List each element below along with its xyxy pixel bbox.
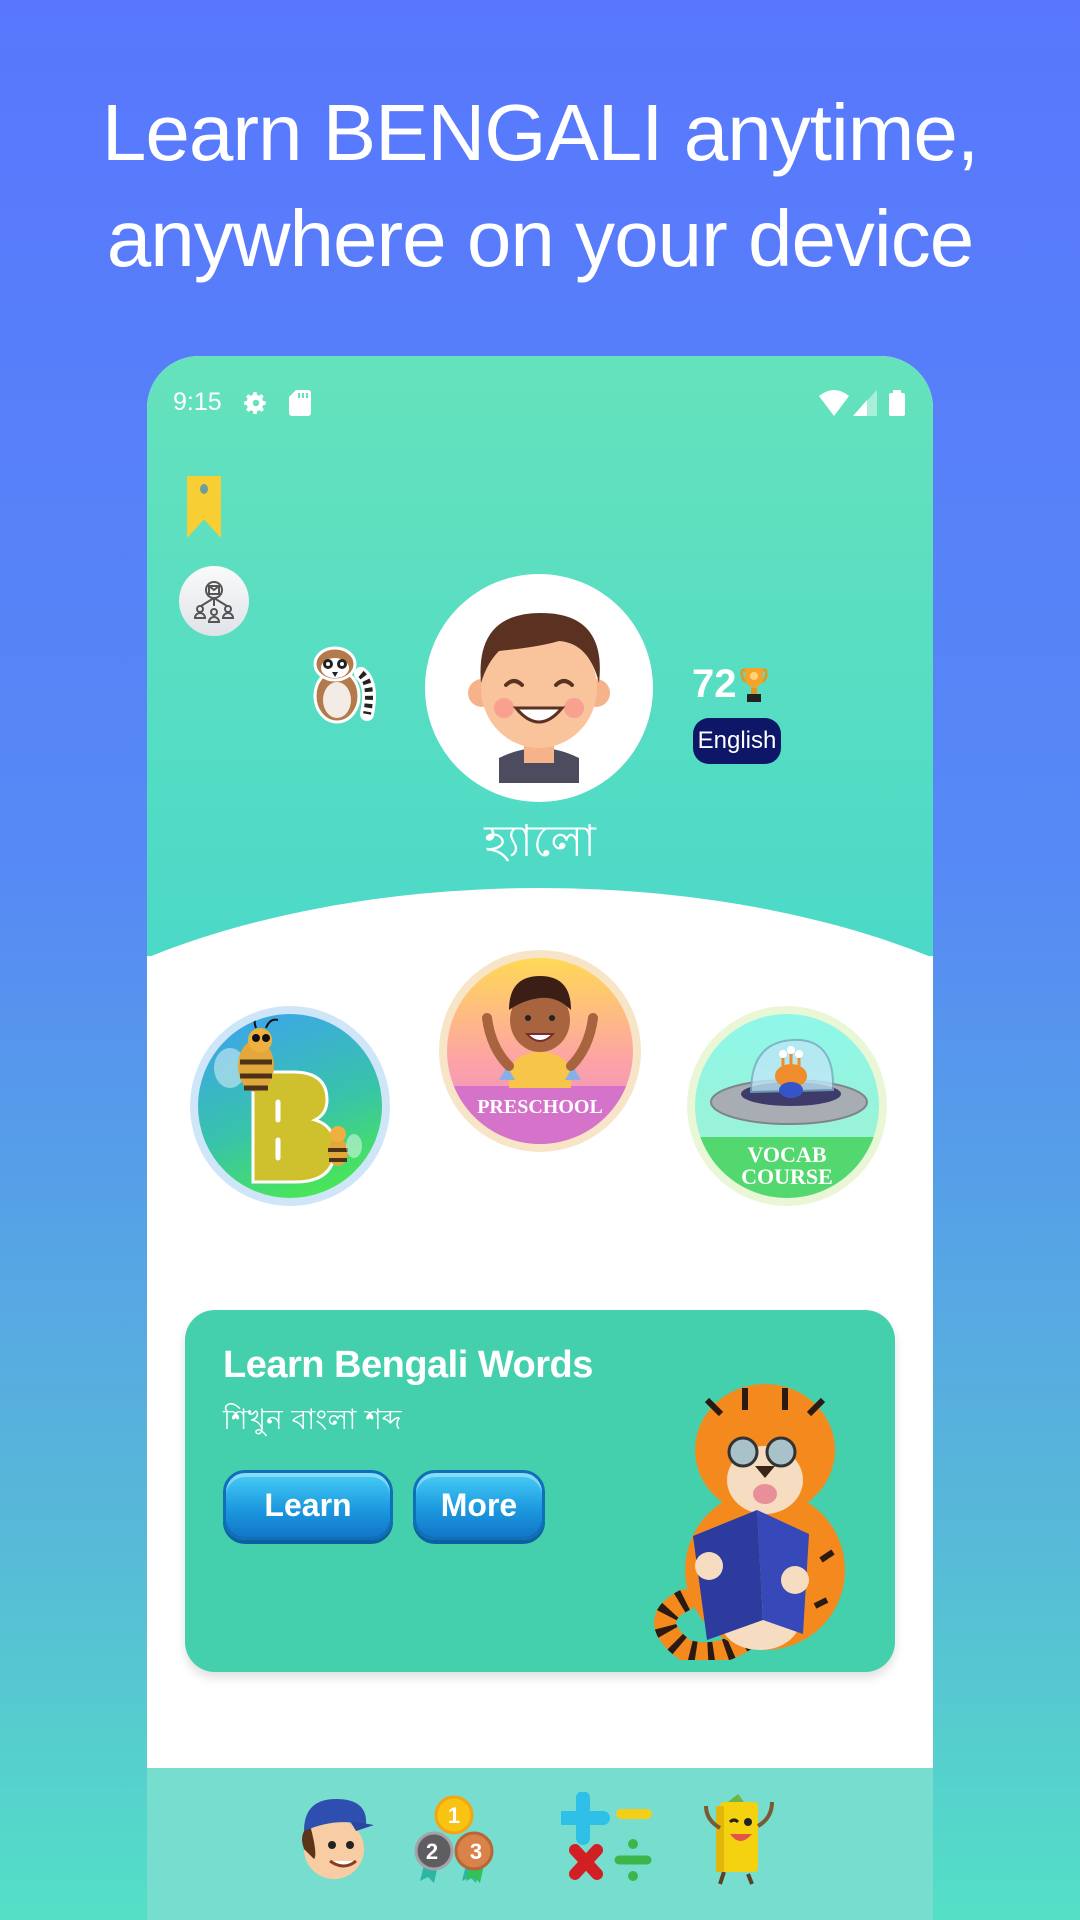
score-value: 72 [692,662,737,706]
boy-cap-icon [302,1799,374,1879]
gear-icon [243,390,269,420]
wifi-icon [819,390,849,420]
vocab-label-line-2: COURSE [741,1164,833,1189]
more-button[interactable]: More [413,1470,545,1540]
profile-avatar[interactable] [425,574,653,802]
status-time: 9:15 [173,388,222,416]
svg-text:2: 2 [426,1839,438,1864]
course-preschool[interactable]: PRESCHOOL [439,950,641,1152]
greeting-text: হ্যালো [484,816,596,867]
tiger-reading-icon [654,1384,845,1660]
learn-words-card: Learn Bengali Words শিখুন বাংলা শব্দ Lea… [185,1310,895,1672]
svg-text:3: 3 [470,1839,482,1864]
medals-icon: 1 2 3 [414,1795,494,1883]
trophy-icon [739,667,768,702]
trophy-score[interactable]: 72 [692,662,769,707]
course-vocab[interactable]: VOCAB COURSE [687,1006,887,1206]
nav-stories[interactable] [693,1792,789,1888]
boy-avatar-icon [468,613,610,783]
nav-profile[interactable] [287,1792,383,1888]
ufo-alien-icon [710,1038,868,1125]
signal-icon [853,390,877,420]
nav-math[interactable] [561,1792,657,1888]
headline-line-1: Learn BENGALI anytime, [101,88,979,177]
phone-screen: 9:15 72 English হ্যালো PRESCHOOL VOCAB C… [147,356,933,1920]
preschool-label: PRESCHOOL [477,1096,603,1118]
bee-letter-icon [214,1015,362,1184]
bottom-nav: 1 2 3 [147,1768,933,1920]
lemur-mascot-icon[interactable] [299,644,383,728]
community-icon [193,581,235,623]
preschool-child-icon [482,976,598,1088]
sd-card-icon [289,390,311,420]
nav-leaderboard[interactable]: 1 2 3 [407,1792,503,1888]
parent-community-button[interactable] [179,566,249,636]
promo-headline: Learn BENGALI anytime, anywhere on your … [0,80,1080,292]
vocab-label: VOCAB COURSE [695,1144,879,1188]
headline-line-2: anywhere on your device [106,194,974,283]
course-alphabet[interactable] [190,1006,390,1206]
vocab-label-line-1: VOCAB [747,1142,827,1167]
card-subtitle: শিখুন বাংলা শব্দ [223,1403,402,1436]
math-symbols-icon [561,1792,652,1881]
language-selector[interactable]: English [693,718,781,764]
happy-book-icon [704,1794,774,1885]
card-title: Learn Bengali Words [223,1344,593,1386]
learn-button[interactable]: Learn [223,1470,393,1540]
svg-text:1: 1 [448,1803,460,1828]
battery-icon [889,390,905,420]
status-bar: 9:15 [147,356,933,446]
